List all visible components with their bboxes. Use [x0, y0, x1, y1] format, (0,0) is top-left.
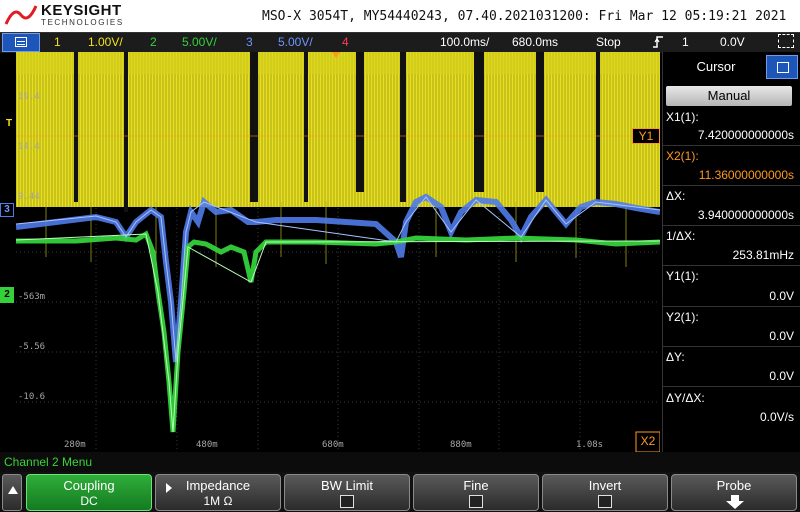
- ch2-scale[interactable]: 5.00V/: [182, 35, 217, 49]
- probe-softkey[interactable]: Probe: [671, 474, 797, 511]
- inv-dx-label: 1/ΔX:: [666, 229, 696, 243]
- ch3-number[interactable]: 3: [246, 35, 253, 49]
- ch2-number[interactable]: 2: [150, 35, 157, 49]
- waveform-canvas: [16, 52, 660, 452]
- softkey-title: Coupling: [63, 478, 115, 493]
- dy-value: 0.0V: [769, 369, 794, 383]
- y2-value: 0.0V: [769, 329, 794, 343]
- panel-divider: [662, 265, 800, 266]
- cursor-panel-title[interactable]: Cursor: [666, 55, 766, 79]
- softkey-title: Probe: [716, 478, 752, 493]
- y1-value: 0.0V: [769, 289, 794, 303]
- panel-divider: [662, 225, 800, 226]
- panel-divider: [662, 306, 800, 307]
- horizontal-delay[interactable]: 680.0ms: [512, 35, 558, 49]
- x-scale-label: 680m: [322, 440, 344, 450]
- panel-divider: [662, 145, 800, 146]
- x-scale-label: 880m: [450, 440, 472, 450]
- menu-title-bar: [0, 452, 800, 472]
- ch4-number[interactable]: 4: [342, 35, 349, 49]
- x1-value: 7.420000000000s: [697, 128, 794, 142]
- brand-name: KEYSIGHT: [41, 2, 122, 19]
- y-scale-label: -10.6: [18, 392, 46, 402]
- softkey-title: Fine: [463, 478, 489, 493]
- dx-label: ΔX:: [666, 189, 686, 203]
- trigger-level-marker[interactable]: T: [6, 118, 12, 129]
- brand-subtitle: TECHNOLOGIES: [41, 18, 124, 27]
- ch3-ground-marker[interactable]: 3: [0, 203, 14, 217]
- x2-label: X2(1):: [666, 149, 699, 163]
- panel-divider: [662, 346, 800, 347]
- y-scale-label: 19.4: [18, 92, 40, 102]
- x1-label: X1(1):: [666, 110, 699, 124]
- ch3-scale[interactable]: 5.00V/: [278, 35, 313, 49]
- rising-edge-icon[interactable]: [652, 35, 664, 49]
- instrument-id: MSO-X 3054T, MY54440243, 07.40.202103120…: [262, 9, 787, 24]
- bw-limit-checkbox[interactable]: [340, 495, 354, 508]
- invert-softkey[interactable]: Invert: [542, 474, 668, 511]
- y2-label: Y2(1):: [666, 310, 699, 324]
- coupling-softkey[interactable]: Coupling DC: [26, 474, 152, 511]
- dx-value: 3.940000000000s: [697, 208, 794, 222]
- softkey-title: BW Limit: [321, 478, 373, 493]
- impedance-softkey[interactable]: Impedance 1M Ω: [155, 474, 281, 511]
- cursor-y1-tag[interactable]: Y1: [632, 128, 660, 144]
- softkey-value: 1M Ω: [203, 494, 233, 508]
- y-scale-label: 9.44: [18, 192, 40, 202]
- panel-divider: [662, 185, 800, 186]
- trigger-source[interactable]: 1: [682, 35, 689, 49]
- softkey-value: DC: [80, 494, 98, 508]
- panel-divider: [662, 386, 800, 387]
- run-state[interactable]: Stop: [596, 35, 621, 49]
- ch3-waveform: [16, 193, 660, 363]
- timebase-scale[interactable]: 100.0ms/: [440, 35, 489, 49]
- bw-limit-softkey[interactable]: BW Limit: [284, 474, 410, 511]
- ch1-number[interactable]: 1: [54, 35, 61, 49]
- fine-checkbox[interactable]: [469, 495, 483, 508]
- y-scale-label: -563m: [18, 292, 46, 302]
- menu-title: Channel 2 Menu: [4, 455, 93, 469]
- x-scale-label: 480m: [196, 440, 218, 450]
- panel-menu-icon[interactable]: [766, 55, 798, 79]
- cursor-mode-button[interactable]: Manual: [666, 86, 792, 106]
- x2-value: 11.36000000000s: [698, 168, 794, 182]
- invert-checkbox[interactable]: [598, 495, 612, 508]
- keysight-logo-icon: [4, 5, 38, 25]
- down-arrow-icon: [726, 495, 744, 509]
- softkey-title: Invert: [588, 478, 622, 493]
- x-scale-label: 280m: [64, 440, 86, 450]
- acquisition-status-icon: [778, 34, 794, 48]
- ch1-scale[interactable]: 1.00V/: [88, 35, 123, 49]
- dydx-value: 0.0V/s: [759, 410, 794, 424]
- y-scale-label: -5.56: [18, 342, 46, 352]
- toggle-arrow-icon: [166, 483, 172, 493]
- cursor-x2-tag[interactable]: X2: [636, 434, 660, 450]
- y1-label: Y1(1):: [666, 269, 699, 283]
- up-arrow-icon: [8, 486, 18, 494]
- menu-icon: [15, 37, 27, 47]
- main-menu-button[interactable]: [2, 33, 40, 52]
- dydx-label: ΔY/ΔX:: [666, 391, 705, 405]
- y-scale-label: 14.4: [18, 142, 40, 152]
- ch2-ground-marker[interactable]: 2: [0, 287, 14, 303]
- softkey-title: Impedance: [185, 478, 251, 493]
- menu-up-button[interactable]: [2, 474, 22, 511]
- x-scale-label: 1.08s: [576, 440, 604, 450]
- dy-label: ΔY:: [666, 350, 685, 364]
- fine-softkey[interactable]: Fine: [413, 474, 539, 511]
- inv-dx-value: 253.81mHz: [732, 248, 794, 262]
- waveform-display[interactable]: Y1 X2 19.4 14.4 9.44 -563m -5.56 -10.6 2…: [16, 52, 660, 452]
- trigger-level[interactable]: 0.0V: [720, 35, 745, 49]
